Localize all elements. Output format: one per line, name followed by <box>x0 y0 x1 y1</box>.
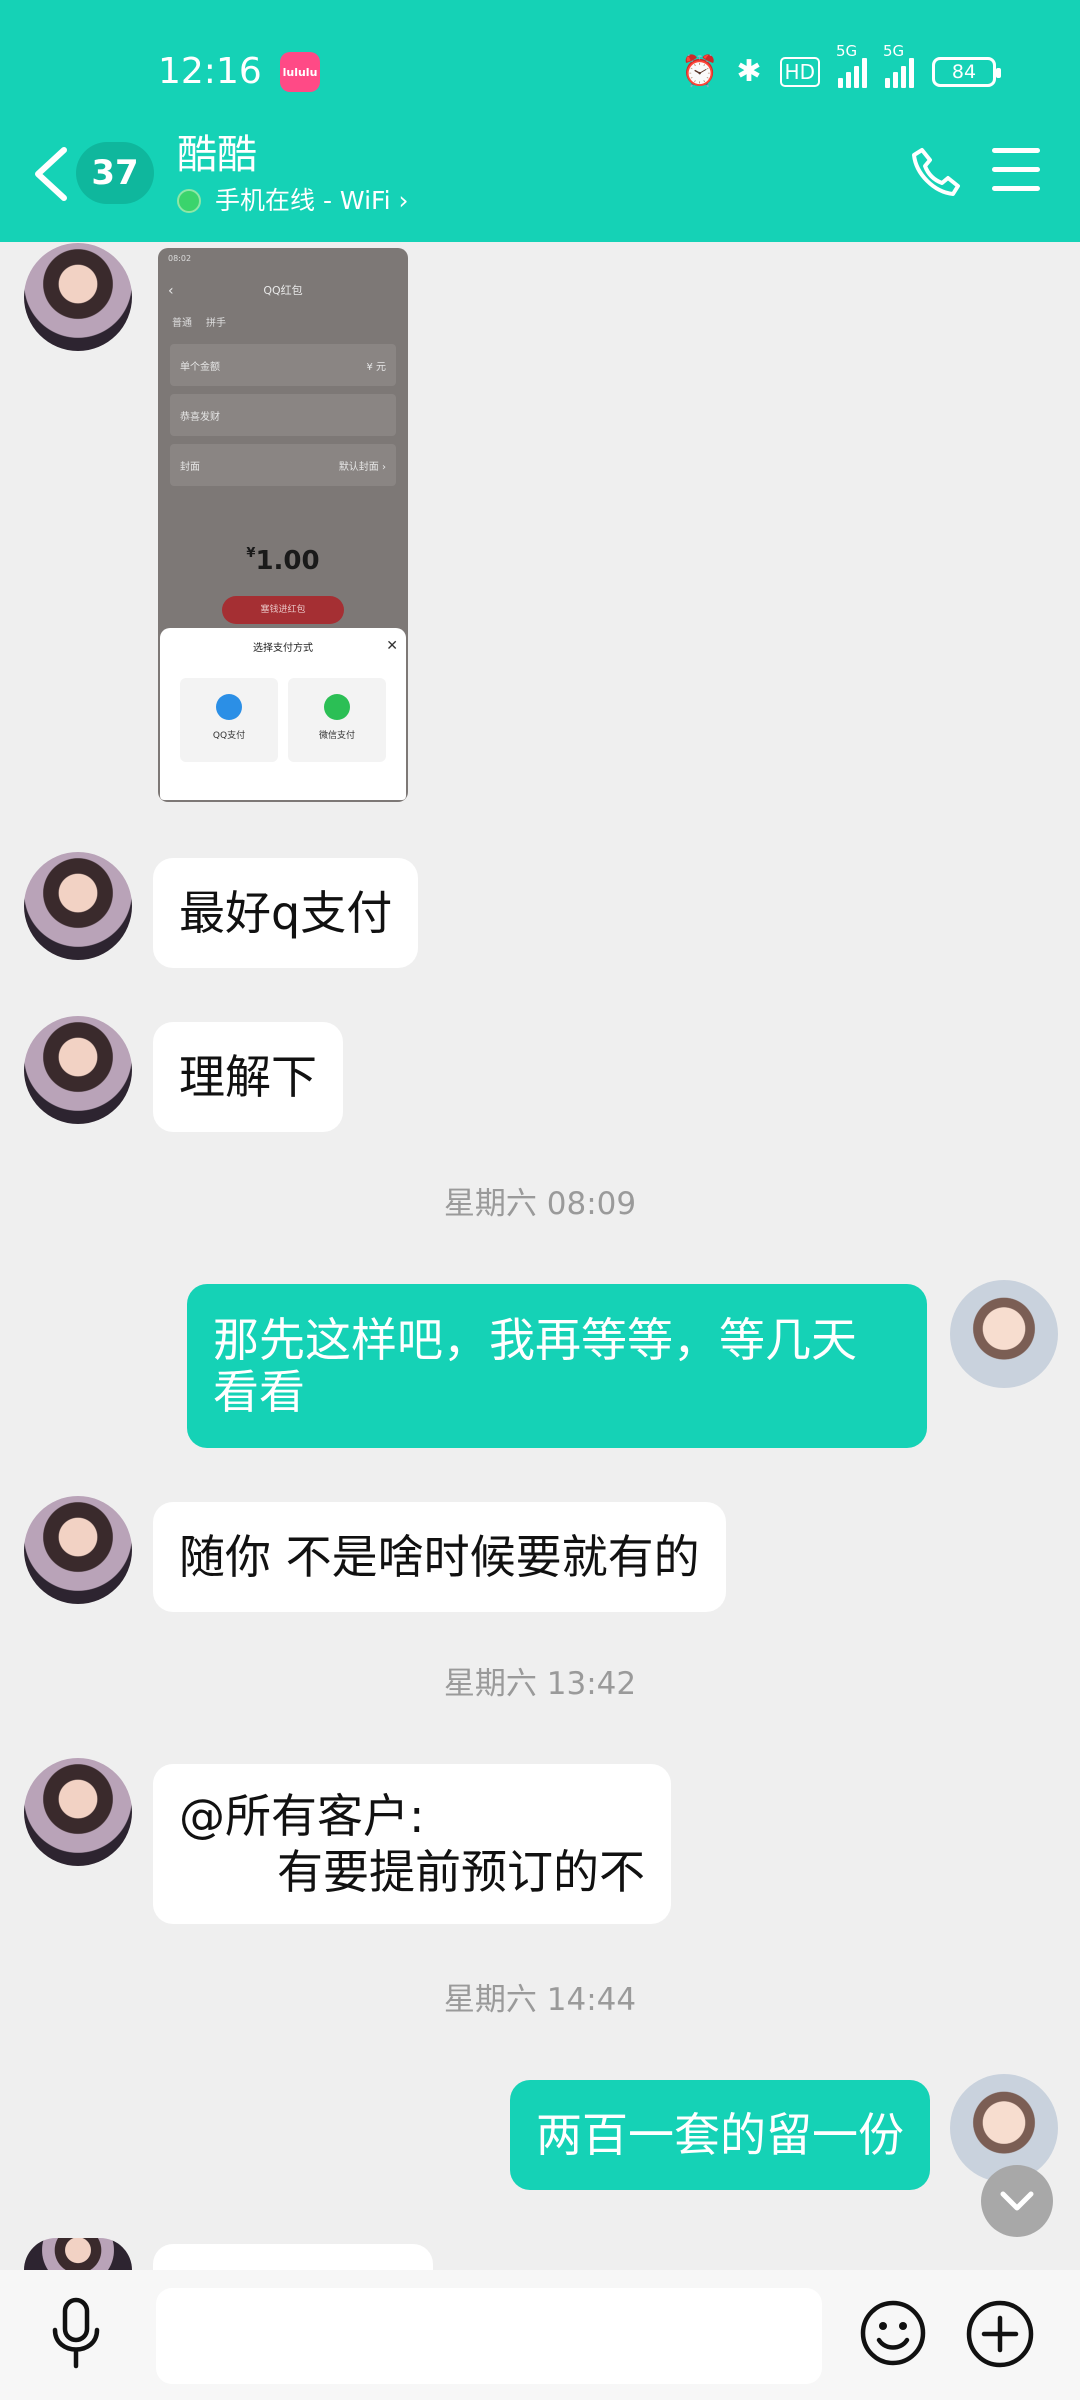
image-qq-option: QQ支付 <box>180 678 278 762</box>
image-wechat-option: 微信支付 <box>288 678 386 762</box>
signal-1-icon: 5G <box>836 42 867 88</box>
scroll-down-button[interactable] <box>981 2165 1053 2237</box>
image-title: ‹ QQ红包 <box>158 276 408 306</box>
hd-icon: HD <box>779 57 820 87</box>
alarm-icon: ⏰ <box>681 54 719 89</box>
signal-2-icon: 5G <box>883 42 914 88</box>
message-bubble[interactable]: 最好q支付 <box>153 858 419 968</box>
phone-icon[interactable] <box>908 144 964 200</box>
menu-icon[interactable] <box>992 148 1040 194</box>
message-bubble[interactable]: @所有客户: 有要提前预订的不 <box>153 1764 671 1924</box>
image-close-icon: ✕ <box>386 638 398 654</box>
plus-icon[interactable] <box>964 2298 1036 2370</box>
wechat-pay-icon <box>324 694 350 720</box>
chevron-down-icon <box>1000 2191 1034 2211</box>
input-bar <box>0 2270 1080 2400</box>
message-bubble-partial[interactable] <box>153 2244 433 2270</box>
image-message[interactable]: 08:02 ‹ QQ红包 普通 拼手 单个金额 ¥ 元 恭喜发财 封面 默认封面 ›… <box>158 248 408 802</box>
image-row: 恭喜发财 <box>170 394 396 436</box>
image-tabs: 普通 拼手 <box>172 317 226 329</box>
contact-avatar[interactable] <box>24 2238 132 2270</box>
online-status[interactable]: 手机在线 - WiFi › <box>177 183 408 219</box>
bluetooth-icon: ✱ <box>736 54 762 89</box>
timestamp-separator: 星期六 08:09 <box>443 1186 637 1222</box>
contact-avatar[interactable] <box>24 1016 132 1124</box>
image-row: 单个金额 ¥ 元 <box>170 344 396 386</box>
contact-avatar[interactable] <box>24 1496 132 1604</box>
message-bubble[interactable]: 理解下 <box>153 1022 343 1132</box>
back-arrow-icon[interactable] <box>30 146 74 202</box>
image-back-icon: ‹ <box>168 283 174 299</box>
timestamp-separator: 星期六 13:42 <box>443 1666 637 1702</box>
image-status-time: 08:02 <box>168 254 192 263</box>
emoji-icon[interactable] <box>858 2298 928 2368</box>
image-row: 封面 默认封面 › <box>170 444 396 486</box>
image-red-button: 塞钱进红包 <box>222 596 344 624</box>
message-input[interactable] <box>156 2288 822 2384</box>
qq-pay-icon <box>216 694 242 720</box>
message-bubble-self[interactable]: 两百一套的留一份 <box>510 2080 930 2190</box>
chat-header: 12:16 lululu ⏰ ✱ HD 5G 5G 84 37 酷酷 手机在线 … <box>0 0 1080 242</box>
message-line: 有要提前预订的不 <box>277 1845 645 1899</box>
app-notification-icon: lululu <box>280 52 320 92</box>
unread-count-badge[interactable]: 37 <box>76 142 154 204</box>
chat-title[interactable]: 酷酷 <box>177 130 257 180</box>
contact-avatar[interactable] <box>24 1758 132 1866</box>
status-icons: ⏰ ✱ HD 5G 5G 84 <box>681 42 1001 94</box>
message-bubble[interactable]: 随你 不是啥时候要就有的 <box>153 1502 726 1612</box>
battery-icon: 84 <box>932 57 1001 87</box>
message-line: @所有客户: <box>179 1789 425 1843</box>
online-status-text: 手机在线 - WiFi › <box>215 186 409 215</box>
status-time: 12:16 <box>158 51 262 92</box>
image-amount: ¥1.00 <box>246 546 320 576</box>
message-bubble-self[interactable]: 那先这样吧，我再等等，等几天看看 <box>187 1284 927 1448</box>
contact-avatar[interactable] <box>24 852 132 960</box>
contact-avatar[interactable] <box>24 243 132 351</box>
image-pay-sheet: 选择支付方式 ✕ QQ支付 微信支付 <box>160 628 406 800</box>
online-dot-icon <box>177 189 201 213</box>
timestamp-separator: 星期六 14:44 <box>443 1982 637 2018</box>
user-avatar[interactable] <box>950 2074 1058 2182</box>
microphone-icon[interactable] <box>48 2294 104 2370</box>
user-avatar[interactable] <box>950 1280 1058 1388</box>
